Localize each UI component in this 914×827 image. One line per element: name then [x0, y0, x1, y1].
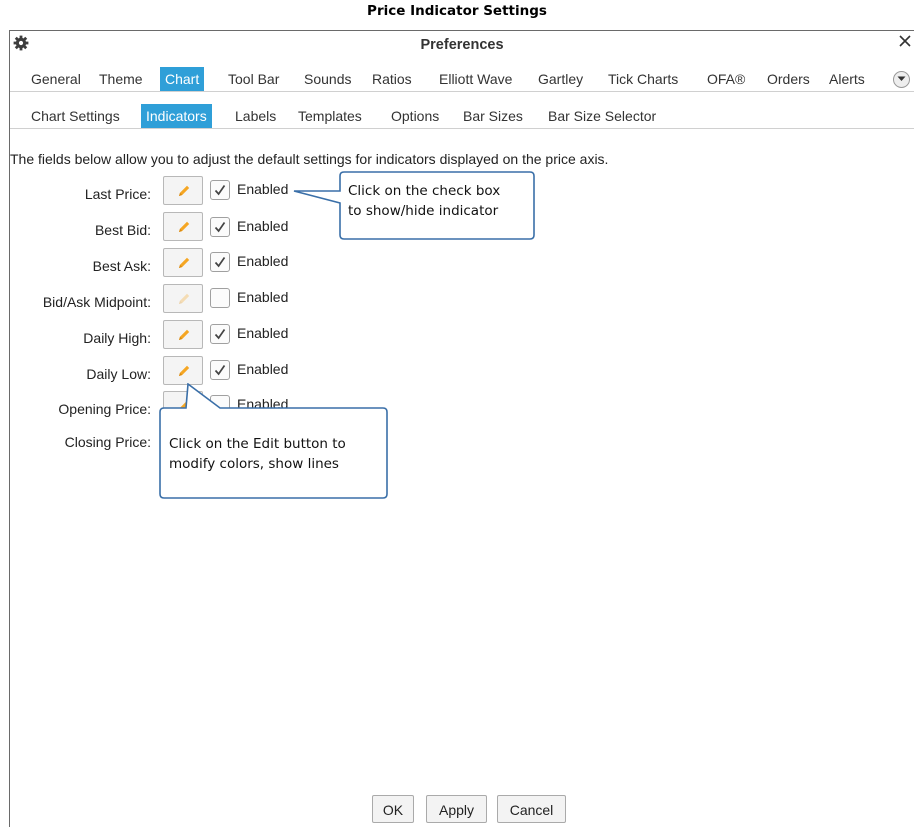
apply-button[interactable]: Apply: [426, 795, 487, 823]
tab-orders[interactable]: Orders: [762, 69, 815, 91]
document-title: Price Indicator Settings: [367, 3, 547, 19]
edit-button-last-price[interactable]: [163, 176, 203, 205]
label-best-ask: Best Ask:: [92, 258, 151, 274]
subtab-bar-sizes[interactable]: Bar Sizes: [458, 106, 528, 128]
checkbox-last-price[interactable]: [210, 180, 230, 200]
more-tabs-chevron-down-icon[interactable]: [893, 71, 910, 88]
edit-button-daily-low[interactable]: [163, 356, 203, 385]
edit-callout-text: Click on the Edit button to modify color…: [169, 434, 346, 474]
pencil-icon: [179, 365, 190, 376]
edit-button-daily-high[interactable]: [163, 320, 203, 349]
subtab-chart-settings[interactable]: Chart Settings: [26, 106, 125, 128]
callout-line: Click on the check box: [348, 183, 501, 199]
pencil-icon: [179, 293, 190, 304]
preferences-dialog: Preferences General Theme Chart Tool Bar…: [9, 30, 914, 827]
checkbox-callout-text: Click on the check box to show/hide indi…: [348, 181, 500, 221]
tab-alerts[interactable]: Alerts: [824, 69, 870, 91]
checkbox-bid-ask-midpoint[interactable]: [210, 288, 230, 308]
tab-tick-charts[interactable]: Tick Charts: [603, 69, 683, 91]
pencil-icon: [179, 221, 190, 232]
cancel-button[interactable]: Cancel: [497, 795, 566, 823]
dialog-title: Preferences: [420, 37, 504, 53]
pencil-icon: [179, 185, 190, 196]
subtab-indicators[interactable]: Indicators: [141, 104, 212, 128]
callout-line: Click on the Edit button to: [169, 436, 346, 452]
subtab-labels[interactable]: Labels: [230, 106, 281, 128]
enabled-label: Enabled: [237, 361, 289, 377]
checkbox-daily-high[interactable]: [210, 324, 230, 344]
pencil-icon: [179, 329, 190, 340]
label-best-bid: Best Bid:: [94, 222, 151, 238]
description-text: The fields below allow you to adjust the…: [10, 151, 609, 167]
main-tab-bar: General Theme Chart Tool Bar Sounds Rati…: [10, 67, 914, 92]
checkbox-best-ask[interactable]: [210, 252, 230, 272]
tab-sounds[interactable]: Sounds: [299, 69, 356, 91]
ok-button[interactable]: OK: [372, 795, 414, 823]
enabled-label: Enabled: [237, 289, 289, 305]
subtab-templates[interactable]: Templates: [293, 106, 367, 128]
tab-ofa[interactable]: OFA®: [702, 69, 750, 91]
callout-line: to show/hide indicator: [348, 203, 499, 219]
label-opening-price: Opening Price:: [58, 401, 151, 417]
dialog-titlebar: Preferences: [10, 31, 914, 59]
label-daily-low: Daily Low:: [86, 366, 151, 382]
tab-general[interactable]: General: [26, 69, 86, 91]
label-daily-high: Daily High:: [83, 330, 151, 346]
pencil-icon: [179, 257, 190, 268]
edit-button-bid-ask-midpoint[interactable]: [163, 284, 203, 313]
close-icon[interactable]: [898, 33, 912, 53]
edit-button-best-ask[interactable]: [163, 248, 203, 277]
tab-elliott-wave[interactable]: Elliott Wave: [434, 69, 517, 91]
tab-chart[interactable]: Chart: [160, 67, 205, 91]
sub-tab-bar: Chart Settings Indicators Labels Templat…: [10, 104, 914, 129]
callout-line: modify colors, show lines: [169, 456, 339, 472]
checkbox-daily-low[interactable]: [210, 360, 230, 380]
label-bid-ask-midpoint: Bid/Ask Midpoint:: [42, 294, 151, 310]
subtab-options[interactable]: Options: [386, 106, 444, 128]
tab-gartley[interactable]: Gartley: [533, 69, 588, 91]
checkbox-best-bid[interactable]: [210, 217, 230, 237]
tab-tool-bar[interactable]: Tool Bar: [223, 69, 284, 91]
edit-button-best-bid[interactable]: [163, 212, 203, 241]
label-closing-price: Closing Price:: [64, 434, 151, 450]
tab-theme[interactable]: Theme: [94, 69, 148, 91]
enabled-label: Enabled: [237, 325, 289, 341]
enabled-label: Enabled: [237, 253, 289, 269]
tab-ratios[interactable]: Ratios: [367, 69, 417, 91]
label-last-price: Last Price:: [84, 186, 151, 202]
subtab-bar-size-selector[interactable]: Bar Size Selector: [543, 106, 661, 128]
